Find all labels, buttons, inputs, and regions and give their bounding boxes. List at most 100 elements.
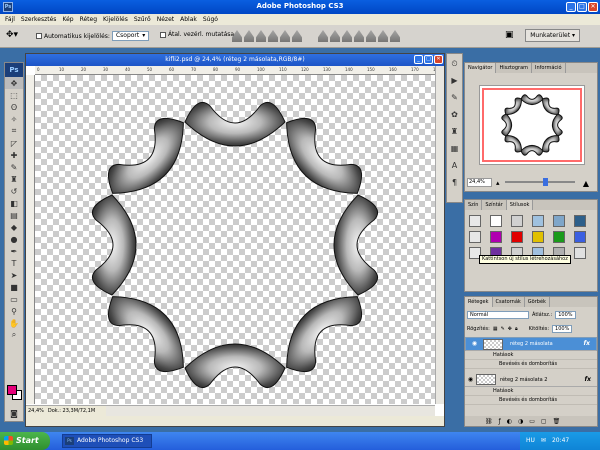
taskbar-photoshop-button[interactable]: Ps Adobe Photoshop CS3 bbox=[62, 434, 152, 448]
eye-icon[interactable]: ◉ bbox=[469, 340, 480, 348]
auto-select-checkbox[interactable] bbox=[36, 33, 42, 39]
style-swatch[interactable] bbox=[469, 215, 481, 227]
lock-transparency-icon[interactable]: ▦ bbox=[493, 326, 498, 332]
horizontal-scrollbar[interactable] bbox=[106, 405, 435, 416]
style-swatch[interactable] bbox=[574, 215, 586, 227]
history-brush-icon[interactable]: ↺ bbox=[5, 185, 23, 197]
style-swatch[interactable] bbox=[532, 215, 544, 227]
distribute-left-icon[interactable] bbox=[354, 30, 364, 42]
align-top-icon[interactable] bbox=[232, 30, 242, 42]
new-layer-icon[interactable]: ▢ bbox=[541, 418, 547, 425]
fill-field[interactable]: 100% bbox=[552, 325, 573, 333]
tray-icon[interactable]: ✉ bbox=[541, 432, 546, 450]
tab-paths[interactable]: Görbék bbox=[525, 297, 550, 307]
trash-icon[interactable]: 🗑︎ bbox=[553, 418, 561, 425]
vertical-scrollbar[interactable] bbox=[435, 66, 444, 404]
align-vcenter-icon[interactable] bbox=[244, 30, 254, 42]
magic-wand-icon[interactable]: ✧ bbox=[5, 113, 23, 125]
menu-layer[interactable]: Réteg bbox=[77, 16, 100, 23]
menu-select[interactable]: Kijelölés bbox=[100, 16, 131, 23]
layer-comps-icon[interactable]: ▦ bbox=[447, 141, 462, 156]
align-left-icon[interactable] bbox=[268, 30, 278, 42]
lasso-icon[interactable]: ʘ bbox=[5, 101, 23, 113]
close-button[interactable]: ✕ bbox=[588, 2, 598, 12]
canvas[interactable] bbox=[35, 75, 435, 404]
tab-styles[interactable]: Stílusok bbox=[506, 200, 534, 210]
tool-presets-icon[interactable]: ✎ bbox=[447, 90, 462, 105]
stamp-icon[interactable]: ♜ bbox=[5, 173, 23, 185]
show-transform-checkbox[interactable] bbox=[160, 31, 166, 38]
style-swatch[interactable] bbox=[490, 215, 502, 227]
style-swatch[interactable] bbox=[532, 231, 544, 243]
fx-icon[interactable]: fx bbox=[585, 376, 591, 383]
menu-filter[interactable]: Szűrő bbox=[131, 16, 154, 23]
blend-mode-dropdown[interactable]: Normál bbox=[467, 311, 529, 319]
mask-icon[interactable]: ◐ bbox=[507, 418, 512, 425]
distribute-right-icon[interactable] bbox=[378, 30, 388, 42]
navigator-view-box[interactable] bbox=[482, 88, 582, 162]
foreground-color-swatch[interactable] bbox=[7, 385, 17, 395]
style-swatch[interactable] bbox=[490, 231, 502, 243]
lock-all-icon[interactable]: 🔒︎ bbox=[515, 326, 518, 332]
notes-icon[interactable]: ▭ bbox=[5, 293, 23, 305]
folder-icon[interactable]: ▭ bbox=[529, 418, 535, 425]
tab-info[interactable]: Információ bbox=[532, 63, 566, 73]
navigator-slider-knob[interactable] bbox=[543, 178, 548, 186]
distribute-vcenter-icon[interactable] bbox=[330, 30, 340, 42]
history-icon[interactable]: ⏲ bbox=[447, 56, 462, 71]
layer-row[interactable]: ◉ réteg 2 másolata 2 fx bbox=[465, 373, 597, 387]
shape-icon[interactable]: ■ bbox=[5, 281, 23, 293]
paragraph-icon[interactable]: ¶ bbox=[447, 175, 462, 190]
lock-position-icon[interactable]: ✥ bbox=[508, 326, 512, 332]
lock-pixels-icon[interactable]: ✎ bbox=[501, 326, 505, 332]
maximize-button[interactable]: □ bbox=[577, 2, 587, 12]
align-hcenter-icon[interactable] bbox=[280, 30, 290, 42]
align-bottom-icon[interactable] bbox=[256, 30, 266, 42]
distribute-bottom-icon[interactable] bbox=[342, 30, 352, 42]
menu-image[interactable]: Kép bbox=[59, 16, 76, 23]
path-select-icon[interactable]: ➤ bbox=[5, 269, 23, 281]
auto-align-icon[interactable] bbox=[390, 30, 400, 42]
style-swatch[interactable] bbox=[553, 231, 565, 243]
eye-icon[interactable]: ◉ bbox=[465, 376, 476, 383]
hand-icon[interactable]: ✋ bbox=[5, 317, 23, 329]
marquee-icon[interactable]: ⬚ bbox=[5, 89, 23, 101]
brush-icon[interactable]: ✎ bbox=[5, 161, 23, 173]
navigator-thumbnail[interactable] bbox=[479, 85, 585, 165]
zoom-readout[interactable]: 24,4% bbox=[28, 408, 44, 414]
effects-row[interactable]: Hatások bbox=[465, 351, 597, 360]
type-icon[interactable]: T bbox=[5, 257, 23, 269]
tab-histogram[interactable]: Hisztogram bbox=[496, 63, 533, 73]
doc-close-button[interactable]: ✕ bbox=[434, 55, 443, 64]
tab-layers[interactable]: Rétegek bbox=[465, 297, 493, 307]
link-icon[interactable]: ⛓ bbox=[485, 418, 493, 425]
doc-minimize-button[interactable]: _ bbox=[414, 55, 423, 64]
distribute-hcenter-icon[interactable] bbox=[366, 30, 376, 42]
tab-navigator[interactable]: Navigátor bbox=[465, 63, 497, 73]
navigator-zoom-slider[interactable] bbox=[505, 181, 575, 183]
auto-select-dropdown[interactable]: Csoport ▾ bbox=[111, 31, 150, 41]
doc-maximize-button[interactable]: □ bbox=[424, 55, 433, 64]
minimize-button[interactable]: _ bbox=[566, 2, 576, 12]
workspace-button[interactable]: Munkaterület ▾ bbox=[525, 29, 580, 42]
crop-icon[interactable]: ⌗ bbox=[5, 125, 23, 137]
menu-help[interactable]: Súgó bbox=[200, 16, 221, 23]
start-button[interactable]: Start bbox=[0, 432, 50, 450]
menu-edit[interactable]: Szerkesztés bbox=[18, 16, 60, 23]
navigator-zoom-field[interactable]: 24,4% bbox=[467, 178, 492, 187]
style-swatch[interactable] bbox=[511, 215, 523, 227]
brushes-icon[interactable]: ✿ bbox=[447, 107, 462, 122]
gradient-icon[interactable]: ▤ bbox=[5, 209, 23, 221]
adjustment-icon[interactable]: ◑ bbox=[518, 418, 523, 425]
menu-file[interactable]: Fájl bbox=[2, 16, 18, 23]
fx-icon[interactable]: fx bbox=[584, 340, 590, 348]
tab-channels[interactable]: Csatornák bbox=[493, 297, 525, 307]
pen-icon[interactable]: ✒ bbox=[5, 245, 23, 257]
style-swatch[interactable] bbox=[511, 231, 523, 243]
eyedropper-icon[interactable]: ⚲ bbox=[5, 305, 23, 317]
clone-source-icon[interactable]: ♜ bbox=[447, 124, 462, 139]
menu-window[interactable]: Ablak bbox=[177, 16, 200, 23]
style-swatch[interactable] bbox=[469, 231, 481, 243]
healing-icon[interactable]: ✚ bbox=[5, 149, 23, 161]
slice-icon[interactable]: ◸ bbox=[5, 137, 23, 149]
